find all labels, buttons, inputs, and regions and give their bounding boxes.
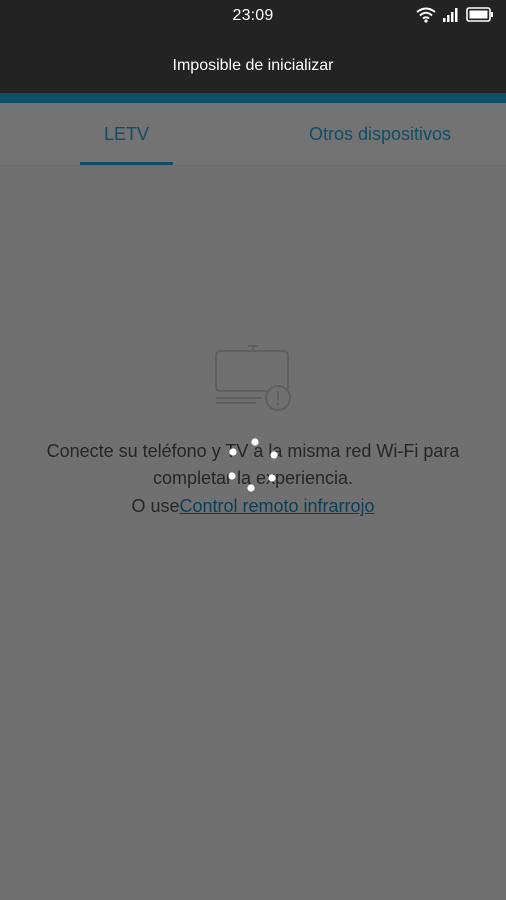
battery-icon bbox=[466, 7, 494, 27]
ir-prefix: O use bbox=[131, 496, 180, 516]
status-icons bbox=[416, 7, 494, 27]
tab-bar: LETV Otros dispositivos bbox=[0, 103, 506, 166]
status-bar: 23:09 bbox=[0, 0, 506, 34]
tv-disconnected-icon bbox=[212, 345, 294, 411]
spinner-dot bbox=[251, 438, 259, 446]
active-tab-indicator bbox=[80, 162, 173, 165]
wifi-icon bbox=[416, 7, 436, 28]
spinner-dot bbox=[247, 484, 255, 492]
spinner-dot bbox=[270, 451, 278, 459]
tab-other-devices[interactable]: Otros dispositivos bbox=[290, 103, 470, 165]
loading-spinner bbox=[222, 432, 286, 496]
content-area bbox=[0, 166, 506, 900]
header: Imposible de inicializar bbox=[0, 34, 506, 93]
ir-remote-link[interactable]: Control remoto infrarrojo bbox=[179, 496, 374, 516]
spinner-dot bbox=[228, 472, 236, 480]
signal-icon bbox=[443, 7, 459, 27]
spinner-dot bbox=[268, 474, 276, 482]
tab-letv[interactable]: LETV bbox=[80, 103, 173, 165]
page-title: Imposible de inicializar bbox=[172, 57, 334, 74]
spinner-dot bbox=[229, 448, 237, 456]
accent-strip bbox=[0, 93, 506, 103]
ir-remote-line: O useControl remoto infrarrojo bbox=[0, 493, 506, 520]
